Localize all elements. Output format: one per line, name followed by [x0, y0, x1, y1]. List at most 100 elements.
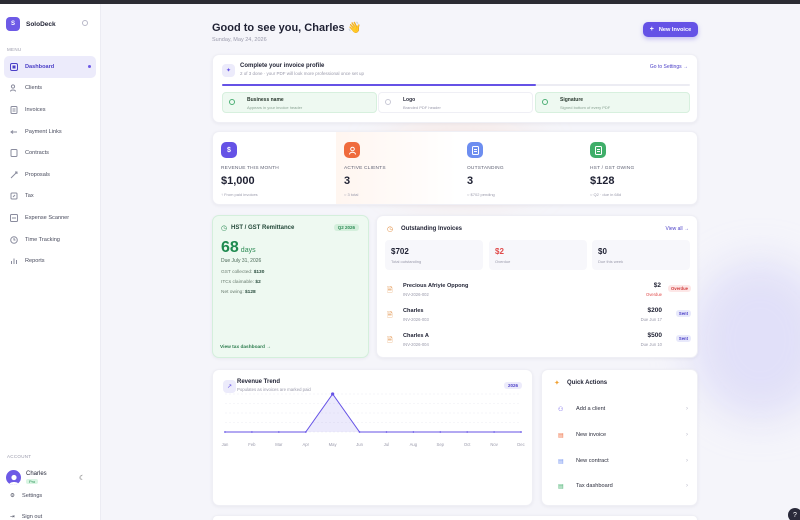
invoice-file-icon: 🗎 — [387, 312, 393, 319]
step-business-name[interactable]: Business name Appears in your invoice he… — [222, 92, 377, 113]
action-new-invoice[interactable]: ▤ New invoice › — [550, 424, 692, 446]
stat-revenue[interactable]: $ REVENUE THIS MONTH $1,000 ↑ From paid … — [213, 132, 334, 204]
status-badge: Sent — [675, 310, 691, 317]
x-tick-label: Oct — [464, 442, 471, 447]
data-point[interactable] — [412, 431, 415, 433]
theme-toggle-icon[interactable]: ☾ — [79, 474, 85, 482]
stat-active-clients[interactable]: ACTIVE CLIENTS 3 ○ 3 total — [336, 132, 457, 204]
scanner-icon — [10, 213, 18, 222]
invoice-client: Charles — [403, 308, 424, 314]
data-point[interactable] — [331, 392, 335, 396]
brand-logo: S — [6, 17, 20, 31]
sidebar-item-dashboard[interactable]: Dashboard — [4, 56, 96, 78]
sidebar-item-clients[interactable]: Clients — [4, 78, 96, 100]
user-profile[interactable]: Charles Pro — [6, 470, 47, 485]
outstanding-invoices-card: ◷ Outstanding Invoices View all → $702 T… — [376, 215, 698, 358]
x-tick-label: Jun — [356, 442, 363, 447]
sidebar-item-reports[interactable]: Reports — [4, 250, 96, 272]
line-value: $2 — [255, 280, 261, 285]
summary-label: Overdue — [495, 259, 511, 264]
next-section-card — [212, 515, 698, 520]
summary-total: $702 Total outstanding — [385, 240, 483, 270]
data-point[interactable] — [224, 431, 226, 433]
invoice-row[interactable]: 🗎 Charles INV-2026-003 $200 Due Jun 17 S… — [385, 305, 691, 327]
sidebar-item-contracts[interactable]: Contracts — [4, 142, 96, 164]
view-all-link[interactable]: View all → — [665, 226, 689, 232]
sidebar-item-expense-scanner[interactable]: Expense Scanner — [4, 207, 96, 229]
help-icon[interactable]: ? — [788, 508, 800, 520]
sidebar-item-invoices[interactable]: Invoices — [4, 99, 96, 121]
quick-actions-title: Quick Actions — [567, 380, 608, 386]
brand-name: SoloDeck — [26, 20, 56, 28]
profile-subtitle: 2 of 3 done · your PDF will look more pr… — [240, 71, 365, 76]
sidebar: S SoloDeck MENU Dashboard Clients Invoic… — [0, 4, 101, 520]
chevron-right-icon: › — [686, 432, 688, 438]
days-remaining: 68 days — [221, 239, 256, 257]
action-new-contract[interactable]: ▤ New contract › — [550, 450, 692, 472]
empty-circle-icon — [385, 99, 391, 105]
status-badge: Sent — [675, 335, 691, 342]
action-label: New invoice — [576, 432, 607, 438]
invoice-amount: $200 — [647, 307, 662, 314]
action-tax-dashboard[interactable]: ▤ Tax dashboard › — [550, 475, 692, 497]
data-point[interactable] — [493, 431, 495, 433]
new-invoice-button[interactable]: + New Invoice — [643, 22, 698, 37]
step-title: Signature — [560, 97, 584, 103]
data-point[interactable] — [277, 431, 280, 433]
line-value: $130 — [253, 270, 265, 275]
invoice-id: INV-2026-004 — [403, 342, 429, 347]
person-icon — [344, 142, 360, 158]
summary-value: $2 — [495, 247, 504, 256]
sidebar-item-settings[interactable]: ⚙ Settings — [10, 493, 42, 499]
stat-value: 3 — [344, 175, 351, 187]
plus-icon: + — [649, 26, 654, 33]
summary-label: Total outstanding — [391, 259, 422, 264]
sidebar-item-label: Dashboard — [25, 63, 55, 70]
step-title: Logo — [403, 97, 416, 103]
sidebar-item-label: Clients — [25, 85, 43, 92]
collapse-sidebar-icon[interactable] — [82, 20, 88, 26]
sidebar-item-label: Invoices — [25, 106, 46, 113]
stat-outstanding[interactable]: OUTSTANDING 3 ○ $702 pending — [459, 132, 580, 204]
data-point[interactable] — [439, 431, 442, 433]
stat-label: REVENUE THIS MONTH — [221, 166, 279, 171]
proposals-icon — [10, 171, 18, 179]
action-add-client[interactable]: ⚇ Add a client › — [550, 398, 692, 420]
step-logo[interactable]: Logo Branded PDF header — [378, 92, 533, 113]
sidebar-item-time-tracking[interactable]: Time Tracking — [4, 229, 96, 251]
step-signature[interactable]: Signature Signed bottom of every PDF — [535, 92, 690, 113]
data-point[interactable] — [251, 431, 253, 433]
brand[interactable]: S SoloDeck — [6, 17, 56, 31]
sidebar-item-payment-links[interactable]: Payment Links — [4, 121, 96, 143]
chevron-right-icon: › — [686, 406, 688, 412]
invoice-row[interactable]: 🗎 Precious Afriyie Oppong INV-2026-002 $… — [385, 280, 691, 302]
chevron-right-icon: › — [686, 483, 688, 489]
invoice-file-icon: 🗎 — [387, 337, 393, 344]
doc-icon: ▤ — [558, 483, 564, 490]
sidebar-item-label: Reports — [25, 258, 45, 265]
page-date: Sunday, May 24, 2026 — [212, 37, 267, 43]
sidebar-item-tax[interactable]: Tax — [4, 186, 96, 208]
data-point[interactable] — [385, 431, 388, 433]
data-point[interactable] — [466, 431, 469, 433]
stat-hst-owing[interactable]: HST / GST OWING $128 ○ Q2 · due in 68d — [582, 132, 697, 204]
trend-title: Revenue Trend — [237, 379, 281, 385]
data-point[interactable] — [304, 431, 307, 433]
year-badge[interactable]: 2026 — [503, 382, 522, 389]
stat-label: HST / GST OWING — [590, 166, 635, 171]
view-tax-dashboard-link[interactable]: View tax dashboard → — [220, 345, 271, 350]
sidebar-item-proposals[interactable]: Proposals — [4, 164, 96, 186]
invoice-row[interactable]: 🗎 Charles A INV-2026-004 $500 Due Jun 10… — [385, 330, 691, 352]
stat-sub: ○ $702 pending — [467, 192, 495, 197]
sidebar-item-sign-out[interactable]: ⇥ Sign out — [10, 514, 42, 520]
clock-icon: ◷ — [387, 226, 394, 233]
go-to-settings-link[interactable]: Go to Settings → — [650, 64, 688, 70]
data-point[interactable] — [358, 431, 361, 433]
x-tick-label: Jan — [222, 442, 229, 447]
hst-line-gst: GST collected: $130 — [221, 270, 264, 275]
page-title: Good to see you, Charles 👋 — [212, 22, 362, 34]
line-value: $128 — [245, 290, 256, 295]
chevron-right-icon: › — [686, 458, 688, 464]
data-point[interactable] — [520, 431, 522, 433]
invoice-due: Due Jun 17 — [640, 317, 662, 322]
